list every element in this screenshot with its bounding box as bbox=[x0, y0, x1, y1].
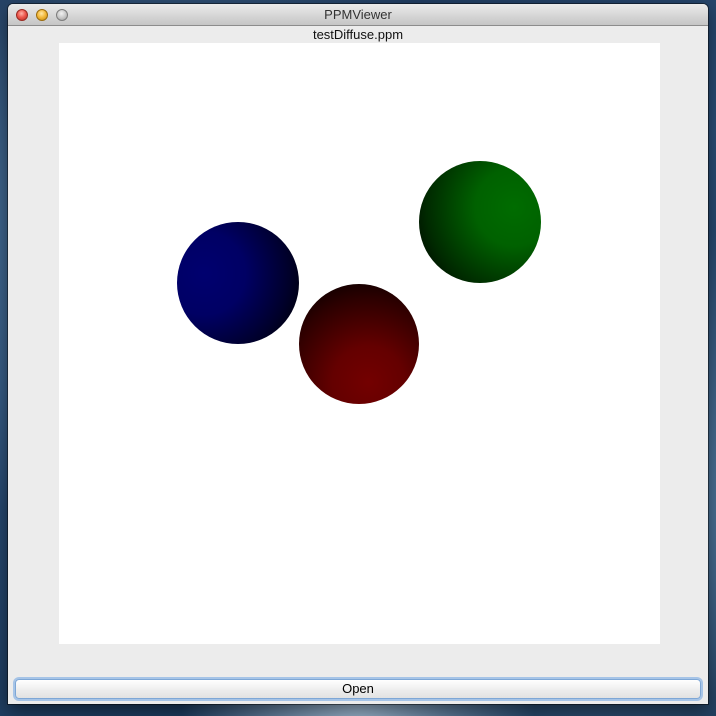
ppmviewer-window: PPMViewer testDiffuse.ppm Open bbox=[8, 4, 708, 704]
close-icon[interactable] bbox=[16, 9, 28, 21]
minimize-icon[interactable] bbox=[36, 9, 48, 21]
title-bar[interactable]: PPMViewer bbox=[8, 4, 708, 26]
blue-sphere bbox=[177, 222, 299, 344]
red-sphere bbox=[299, 284, 419, 404]
open-button[interactable]: Open bbox=[15, 679, 701, 699]
image-canvas bbox=[59, 43, 660, 644]
window-title: PPMViewer bbox=[324, 7, 392, 22]
green-sphere bbox=[419, 161, 541, 283]
file-name-label: testDiffuse.ppm bbox=[312, 27, 404, 42]
zoom-icon[interactable] bbox=[56, 9, 68, 21]
